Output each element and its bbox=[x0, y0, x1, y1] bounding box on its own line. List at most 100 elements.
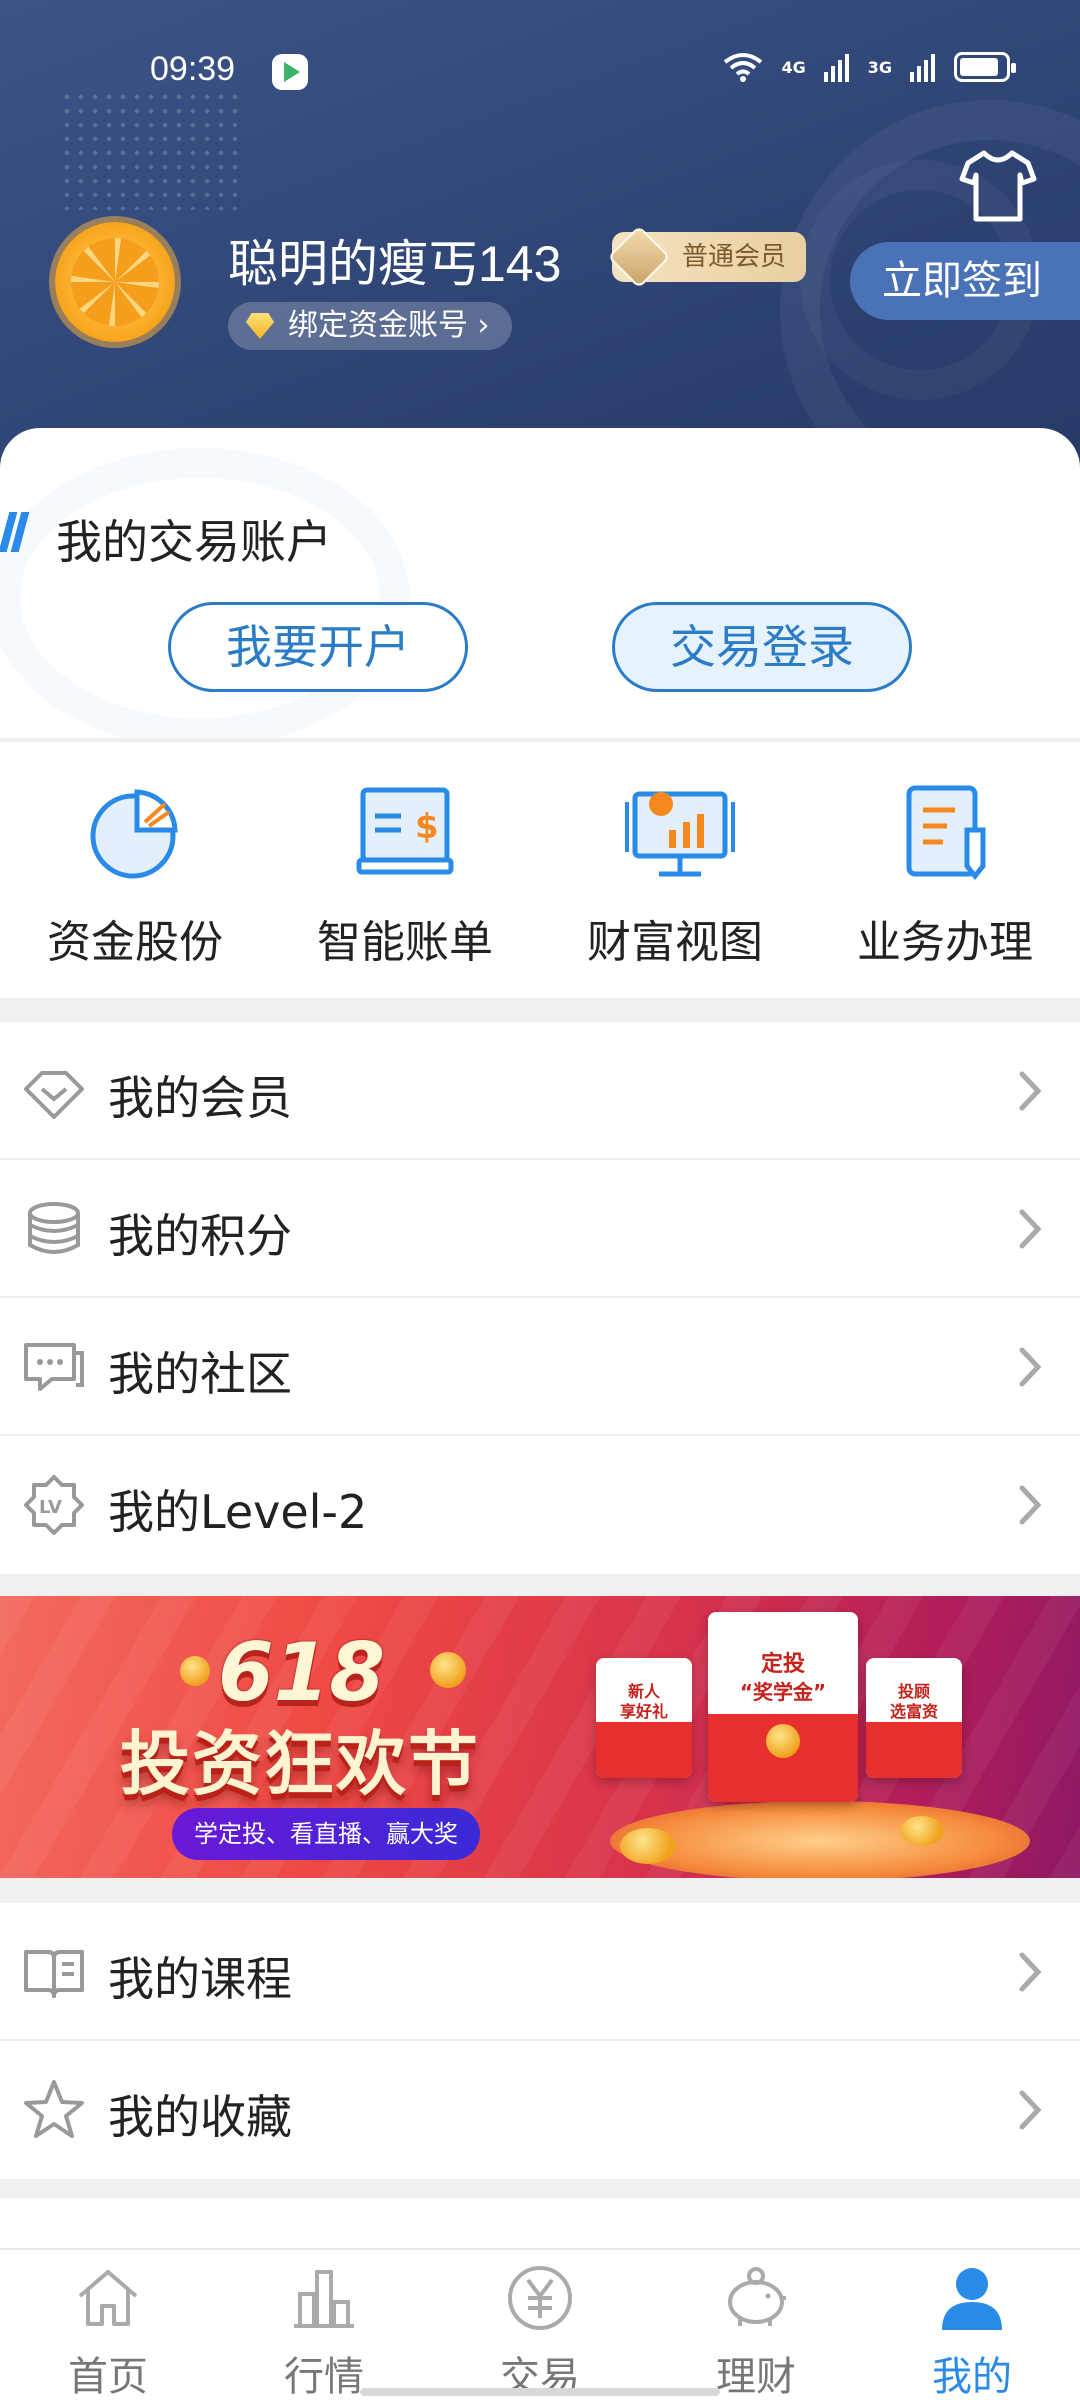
tab-home[interactable]: 首页 bbox=[0, 2250, 216, 2400]
menu-item-level2[interactable]: LV 我的Level-2 bbox=[0, 1436, 1080, 1574]
quick-entry-funds-shares[interactable]: 资金股份 bbox=[0, 742, 270, 998]
status-time: 09:39 bbox=[150, 50, 236, 88]
battery-icon bbox=[954, 52, 1016, 82]
chevron-right-icon bbox=[1019, 1485, 1042, 1525]
checkin-button[interactable]: 立即签到 bbox=[850, 242, 1080, 320]
bind-account-button[interactable]: 绑定资金账号 › bbox=[228, 302, 512, 350]
tab-mine[interactable]: 我的 bbox=[864, 2250, 1080, 2400]
app-notification-icon bbox=[272, 54, 308, 90]
yuan-coin-icon bbox=[766, 1724, 800, 1758]
lv-badge-icon: LV bbox=[24, 1475, 84, 1535]
header-dots-decoration bbox=[60, 90, 240, 210]
menu-item-label: 我的收藏 bbox=[108, 2090, 292, 2144]
market-chart-icon bbox=[294, 2270, 354, 2328]
avatar[interactable] bbox=[55, 222, 175, 342]
piggy-bank-icon bbox=[728, 2267, 786, 2326]
menu-item-label: 我的会员 bbox=[108, 1071, 292, 1125]
menu-item-membership[interactable]: 我的会员 bbox=[0, 1022, 1080, 1160]
tab-wealth[interactable]: 理财 bbox=[648, 2250, 864, 2400]
banner-title: 投资狂欢节 bbox=[120, 1723, 480, 1805]
chevron-right-icon bbox=[1019, 1347, 1042, 1387]
home-icon bbox=[78, 2270, 138, 2326]
coin-icon bbox=[180, 1656, 210, 1686]
banner-card-center-line2: “奖学金” bbox=[739, 1680, 827, 1704]
status-icons: 4G 3G bbox=[723, 52, 1016, 82]
user-icon bbox=[942, 2268, 1002, 2330]
menu-item-points[interactable]: 我的积分 bbox=[0, 1160, 1080, 1298]
chevron-right-icon bbox=[1019, 1209, 1042, 1249]
coin-icon bbox=[430, 1652, 466, 1688]
menu-item-courses[interactable]: 我的课程 bbox=[0, 1903, 1080, 2041]
open-account-button[interactable]: 我要开户 bbox=[168, 602, 468, 692]
quick-entry-label: 资金股份 bbox=[47, 917, 223, 968]
menu-list-secondary: 我的课程 我的收藏 bbox=[0, 1903, 1080, 2179]
quick-entry-label: 智能账单 bbox=[317, 917, 493, 968]
quick-entry-label: 财富视图 bbox=[587, 917, 763, 968]
menu-item-label: 我的积分 bbox=[108, 1209, 292, 1263]
next-list-peek bbox=[0, 2198, 1080, 2248]
banner-card-left-text: 新人 享好礼 bbox=[619, 1682, 668, 1721]
menu-item-label: 我的Level-2 bbox=[108, 1485, 368, 1539]
menu-list-primary: 我的会员 我的积分 我的社区 LV 我的Level-2 bbox=[0, 1022, 1080, 1574]
document-pen-icon bbox=[906, 785, 986, 881]
book-icon bbox=[24, 1950, 84, 1998]
menu-item-label: 我的课程 bbox=[108, 1952, 292, 2006]
chevron-right-icon: › bbox=[477, 308, 490, 343]
diamond-icon bbox=[24, 1071, 84, 1119]
banner-card-left: 新人 享好礼 bbox=[596, 1658, 692, 1778]
chat-bubble-icon bbox=[24, 1343, 84, 1391]
chevron-right-icon bbox=[1019, 2090, 1042, 2130]
section-marker-icon bbox=[0, 512, 30, 552]
status-bar: 09:39 4G 3G bbox=[0, 40, 1080, 100]
signal-bars-icon bbox=[823, 54, 849, 82]
wifi-icon bbox=[724, 53, 763, 82]
trade-login-button[interactable]: 交易登录 bbox=[612, 602, 912, 692]
tshirt-skin-icon[interactable] bbox=[958, 145, 1038, 225]
coin-icon bbox=[900, 1816, 944, 1846]
signal-bars-icon bbox=[910, 54, 935, 82]
bottom-tab-bar: 首页 行情 交易 理财 我的 bbox=[0, 2248, 1080, 2400]
wealth-board-icon bbox=[625, 791, 735, 877]
signal-4g-label: 4G bbox=[781, 57, 806, 77]
banner-subtitle: 学定投、看直播、赢大奖 bbox=[172, 1808, 480, 1860]
chevron-right-icon bbox=[1019, 1071, 1042, 1111]
star-icon bbox=[24, 2080, 84, 2138]
tab-market[interactable]: 行情 bbox=[216, 2250, 432, 2400]
promo-banner[interactable]: 618 投资狂欢节 学定投、看直播、赢大奖 新人 享好礼 投顾 选富资 定投 “… bbox=[0, 1596, 1080, 1878]
home-indicator[interactable] bbox=[360, 2388, 720, 2396]
quick-entry-wealth-view[interactable]: 财富视图 bbox=[540, 742, 810, 998]
tab-label: 首页 bbox=[68, 2354, 148, 2400]
menu-item-community[interactable]: 我的社区 bbox=[0, 1298, 1080, 1436]
menu-item-favorites[interactable]: 我的收藏 bbox=[0, 2041, 1080, 2179]
banner-card-center-line1: 定投 bbox=[760, 1652, 805, 1677]
vip-diamond-icon bbox=[607, 225, 671, 289]
pie-chart-icon bbox=[90, 789, 178, 879]
tab-trade[interactable]: 交易 bbox=[432, 2250, 648, 2400]
trade-account-card: 我的交易账户 我要开户 交易登录 bbox=[0, 428, 1080, 738]
banner-618-text: 618 bbox=[218, 1626, 385, 1719]
svg-text:$: $ bbox=[415, 807, 439, 847]
quick-entry-smart-bill[interactable]: $ 智能账单 bbox=[270, 742, 540, 998]
gem-icon bbox=[246, 313, 274, 339]
svg-text:LV: LV bbox=[39, 1497, 62, 1518]
coins-stack-icon bbox=[28, 1202, 80, 1254]
coin-icon bbox=[620, 1828, 676, 1864]
menu-item-label: 我的社区 bbox=[108, 1347, 292, 1401]
chevron-right-icon bbox=[1019, 1952, 1042, 1992]
quick-entries: 资金股份 $ 智能账单 财富视图 业务办理 bbox=[0, 740, 1080, 998]
quick-entry-label: 业务办理 bbox=[857, 917, 1033, 968]
trade-account-title: 我的交易账户 bbox=[56, 515, 332, 569]
username: 聪明的瘦丐143 bbox=[228, 236, 562, 292]
bind-account-label: 绑定资金账号 bbox=[288, 308, 468, 343]
banner-card-right-text: 投顾 选富资 bbox=[889, 1682, 938, 1721]
tab-label: 我的 bbox=[932, 2354, 1012, 2400]
member-level-badge[interactable]: 普通会员 bbox=[607, 225, 807, 289]
watermark-decoration bbox=[0, 448, 410, 738]
banner-card-center: 定投 “奖学金” bbox=[708, 1612, 858, 1802]
signal-3g-label: 3G bbox=[867, 57, 892, 77]
bill-icon: $ bbox=[356, 787, 454, 875]
banner-card-right: 投顾 选富资 bbox=[866, 1658, 962, 1778]
member-level-label: 普通会员 bbox=[682, 242, 787, 272]
quick-entry-business[interactable]: 业务办理 bbox=[810, 742, 1080, 998]
yuan-circle-icon bbox=[508, 2266, 572, 2330]
